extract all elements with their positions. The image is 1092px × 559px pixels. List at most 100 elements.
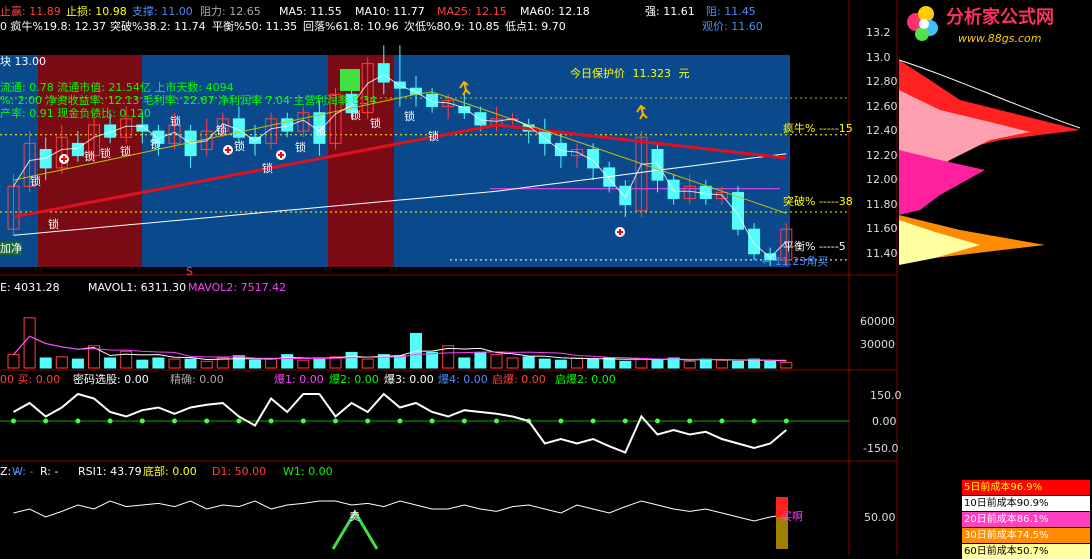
balance-value: 平衡%50: 11.35 (212, 20, 298, 33)
zero-dot (687, 418, 693, 424)
cost-legend-row: 10日前成本90.9% (962, 496, 1090, 511)
burst2-value: 爆2: 0.00 (329, 373, 379, 386)
highlight-candle (340, 69, 360, 91)
zero-dot (172, 418, 177, 424)
volume-bar (458, 357, 471, 369)
price-tick: 12.60 (866, 99, 898, 113)
ma25-value: MA25: 12.15 (437, 5, 507, 18)
fundamentals-line-2: %: 2.00 净资收益率: 12.13 毛利率: 22.67 净利润率 7.0… (0, 94, 377, 107)
lock-label: 锁 (100, 146, 111, 160)
fundamentals-line-3: 产率: 0.91 现金负债比: 0.120 (0, 107, 151, 120)
rsi-line (13, 500, 787, 522)
price-tick: 13.2 (866, 26, 891, 39)
zero-dot (783, 418, 789, 424)
block-value: 阻: 11.45 (706, 5, 756, 18)
volume-bar (265, 358, 278, 369)
price-tick: 12.40 (866, 124, 898, 138)
zero-dot (236, 418, 242, 424)
zero-dot (268, 418, 274, 424)
lock-label: 锁 (350, 108, 361, 122)
zero-dot (300, 418, 306, 424)
candle-down (554, 142, 567, 157)
ma60-value: MA60: 12.18 (520, 5, 590, 18)
volume-bar (23, 317, 36, 369)
lock-label: 锁 (428, 129, 439, 143)
zero-dot (75, 418, 81, 424)
volume-bar (619, 360, 632, 369)
volume-bar (232, 355, 245, 369)
lock-label: 锁 (370, 116, 381, 130)
lock-label: 锁 (120, 144, 131, 158)
lock-label: 锁 (315, 124, 326, 138)
w1-value: W1: 0.00 (283, 465, 333, 478)
crazy-bull-value: 0 疯牛%19.8: 12.37 (0, 20, 107, 33)
protect-price: 今日保护价 11.323 元 (570, 67, 690, 80)
volume-bar (281, 354, 294, 369)
block-label: 块 13.00 (0, 55, 46, 68)
volume-bar (55, 356, 68, 369)
price-tick: 12.80 (866, 75, 898, 89)
volume-bar (732, 360, 744, 369)
zero-dot (590, 418, 596, 424)
volume-bar (603, 357, 616, 369)
zero-dot (622, 418, 628, 424)
volume-bar (699, 358, 712, 369)
volume-bar (104, 357, 117, 369)
support-value: 支撑: 11.00 (132, 5, 193, 18)
fundamentals-line-1: 流通: 0.78 流通市值: 21.54亿 上市天数: 4094 (0, 81, 234, 94)
d1-value: D1: 50.00 (212, 465, 267, 478)
volume-bar (361, 358, 374, 369)
level-balance: 平衡% -----5 (783, 240, 846, 253)
zero-dot (494, 418, 499, 424)
password-pick-value: 密码选股: 0.00 (73, 373, 149, 386)
lock-label: 锁 (262, 161, 273, 175)
precise-value: 精确: 0.00 (170, 373, 224, 386)
s-marker: S (186, 265, 193, 278)
strong-value: 强: 11.61 (645, 5, 695, 18)
volume-bar (683, 360, 696, 369)
candle-down (474, 112, 487, 126)
sig-tick-150: 150.0 (870, 389, 902, 402)
mavol2-line (13, 335, 787, 361)
zero-dot (333, 418, 338, 424)
volume-bar (522, 356, 535, 369)
start-burst2-value: 启爆2: 0.00 (555, 373, 616, 386)
zero-dot (655, 418, 660, 424)
burst4-value: 爆4: 0.00 (438, 373, 488, 386)
price-tick: 13.0 (866, 50, 891, 64)
start-burst-value: 启爆: 0.00 (492, 373, 546, 386)
volume-bar (635, 358, 648, 369)
stop-loss-value: 止损: 10.98 (66, 5, 127, 18)
zero-dot (365, 418, 371, 424)
price-tick: 12.00 (866, 173, 898, 187)
volume-bar (651, 359, 664, 369)
buy-angle-label: ← 11.23角买 (762, 255, 829, 268)
stop-profit-value: 止赢: 11.89 (0, 5, 61, 18)
lock-label: 锁 (404, 109, 415, 123)
sub-low-value: 次低%80.9: 10.85 (404, 20, 500, 33)
volume-bar (39, 357, 52, 369)
burst1-value: 爆1: 0.00 (274, 373, 324, 386)
cost-legend-row: 20日前成本86.1% (962, 512, 1090, 527)
resistance-value: 阻力: 12.65 (200, 5, 261, 18)
rsi-tick-50: 50.00 (864, 511, 896, 524)
volume-bar (393, 355, 406, 369)
vol-e-value: E: 4031.28 (0, 281, 60, 294)
mavol2-value: MAVOL2: 7517.42 (188, 281, 287, 294)
left-tag: 加净 (0, 242, 22, 255)
level-breakout-label: 突破% ----- (783, 195, 839, 208)
candle-down (748, 228, 761, 255)
candle-down (699, 185, 712, 200)
burst3-value: 爆3: 0.00 (384, 373, 434, 386)
volume-bar (345, 351, 358, 369)
volume-bar (426, 351, 439, 369)
volume-bar (780, 361, 793, 369)
volume-bar (490, 354, 503, 369)
volume-bar (249, 359, 261, 369)
cost-legend-row: 30日前成本74.5% (962, 528, 1090, 543)
protect-price-label: 今日保护价 (570, 67, 625, 80)
lock-label: 锁 (48, 217, 59, 231)
level-crazy-bull: 疯牛% -----15 (783, 122, 853, 135)
protect-price-number: 11.323 (632, 67, 672, 80)
ma5-value: MA5: 11.55 (279, 5, 342, 18)
